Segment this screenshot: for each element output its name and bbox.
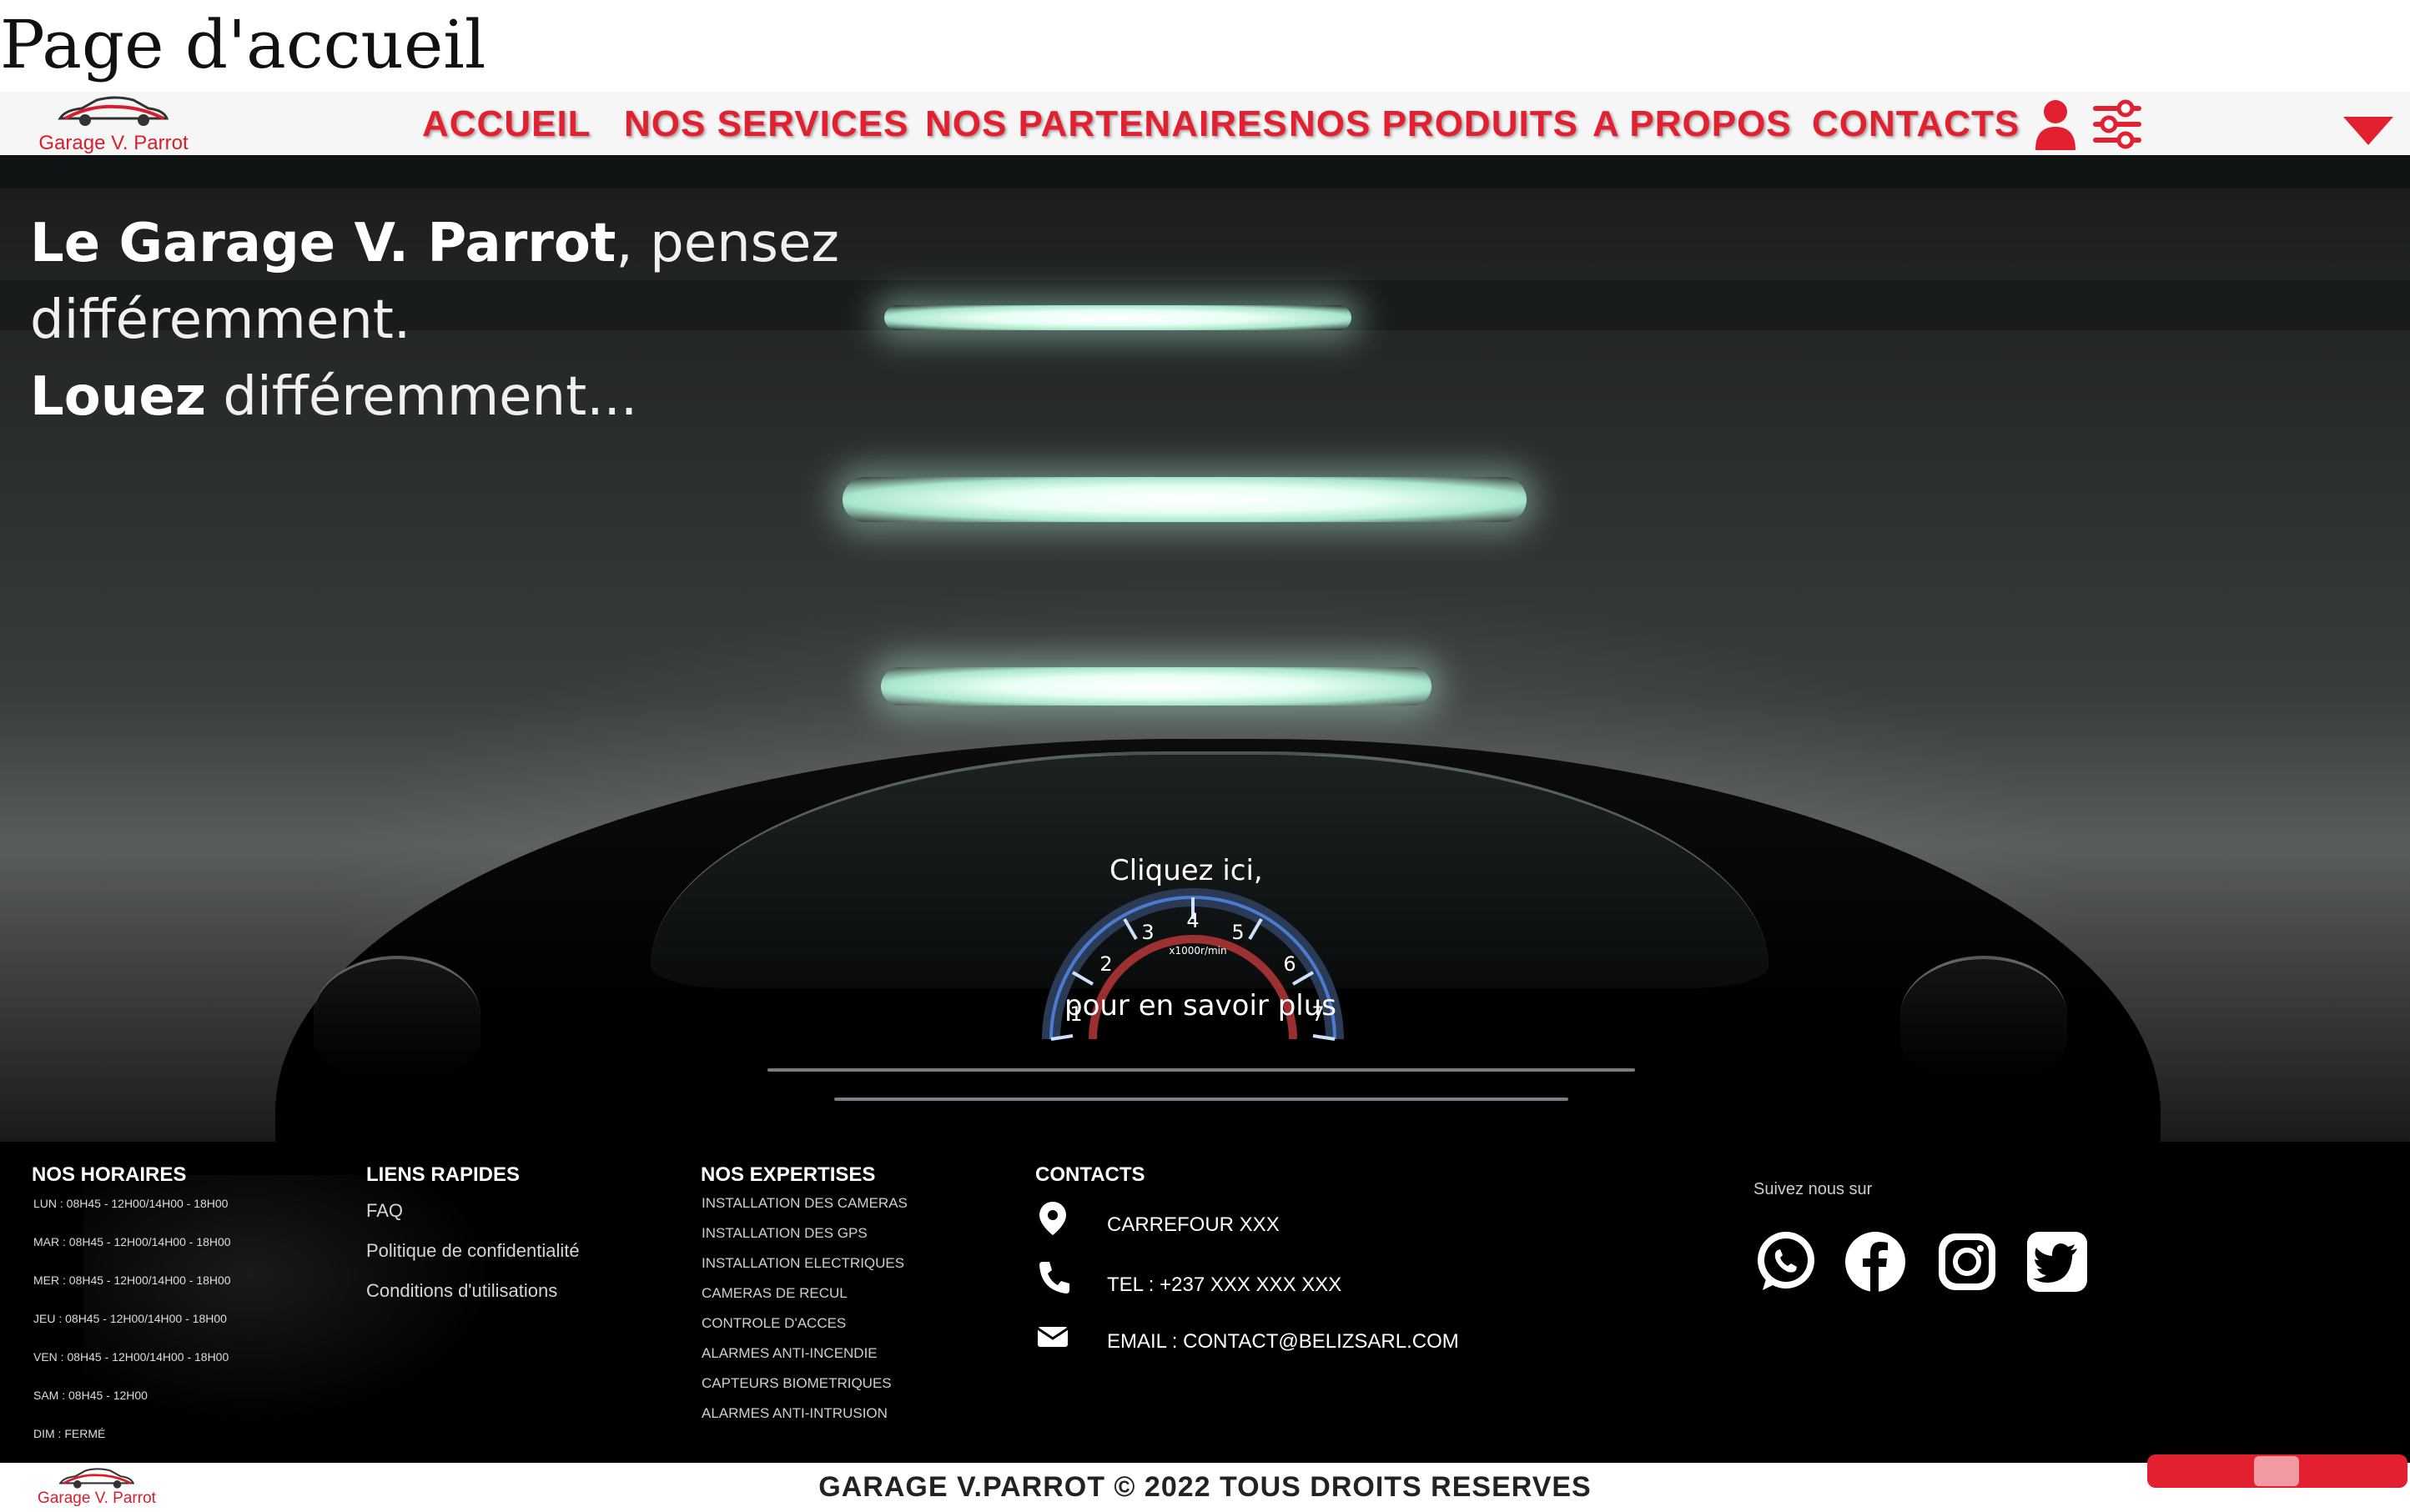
- hood-highlight: [767, 1068, 1635, 1072]
- gauge-number: 2: [1099, 952, 1112, 976]
- cta-link-bottom[interactable]: pour en savoir plus: [1064, 989, 1336, 1022]
- ceiling-light: [881, 667, 1431, 706]
- hours-row: JEU : 08H45 - 12H00/14H00 - 18H00: [33, 1312, 227, 1325]
- email-envelope-icon: [1037, 1327, 1069, 1347]
- expertise-item: INSTALLATION ELECTRIQUES: [702, 1255, 905, 1271]
- ceiling-beam: [0, 155, 2410, 188]
- hero-line3-rest: différemment...: [205, 366, 638, 428]
- gauge-number: 6: [1283, 952, 1296, 976]
- page-title: Page d'accueil: [0, 6, 486, 83]
- expertise-item: CAPTEURS BIOMETRIQUES: [702, 1375, 892, 1391]
- hero-line1-bold: Le Garage V. Parrot: [30, 213, 616, 274]
- footer-link-privacy[interactable]: Politique de confidentialité: [366, 1240, 580, 1262]
- expertise-item: CAMERAS DE RECUL: [702, 1285, 848, 1301]
- nav-item-nos-services[interactable]: NOS SERVICES: [624, 103, 908, 145]
- nav-item-a-propos[interactable]: A PROPOS: [1592, 103, 1792, 145]
- navbar: Garage V. Parrot ACCUEIL NOS SERVICES NO…: [0, 92, 2410, 155]
- footer-link-terms[interactable]: Conditions d'utilisations: [366, 1280, 557, 1302]
- nav-item-accueil[interactable]: ACCUEIL: [422, 103, 591, 145]
- cta-link-top[interactable]: Cliquez ici,: [1109, 854, 1263, 887]
- brand-logo[interactable]: Garage V. Parrot: [30, 93, 197, 154]
- gauge-number: 4: [1186, 909, 1199, 932]
- location-pin-icon: [1039, 1202, 1066, 1235]
- social-follow-label: Suivez nous sur: [1753, 1180, 1873, 1198]
- bottom-bar: Garage V. Parrot GARAGE V.PARROT © 2022 …: [0, 1454, 2410, 1512]
- car-mirror-right: [1900, 956, 2067, 1076]
- hours-row: MAR : 08H45 - 12H00/14H00 - 18H00: [33, 1235, 231, 1248]
- footer-contacts-title: CONTACTS: [1035, 1163, 1145, 1186]
- twitter-icon[interactable]: [2025, 1230, 2089, 1293]
- instagram-icon[interactable]: [1935, 1230, 1999, 1293]
- hero-banner: Le Garage V. Parrot, pensez différemment…: [0, 155, 2410, 1142]
- whatsapp-icon[interactable]: [1754, 1230, 1818, 1293]
- hood-highlight: [834, 1098, 1568, 1101]
- car-logo-icon: [58, 96, 169, 126]
- phone-icon: [1039, 1262, 1069, 1293]
- hero-line3-bold: Louez: [30, 366, 206, 428]
- gauge-number: 5: [1231, 921, 1244, 944]
- hours-row: VEN : 08H45 - 12H00/14H00 - 18H00: [33, 1350, 229, 1364]
- chat-bubble-icon: [2254, 1456, 2299, 1486]
- user-icon[interactable]: [2030, 98, 2080, 150]
- contact-email[interactable]: EMAIL : CONTACT@BELIZSARL.COM: [1107, 1330, 1459, 1354]
- expertise-item: CONTROLE D'ACCES: [702, 1315, 847, 1331]
- car-mirror-left: [314, 956, 480, 1076]
- footer-hours-title: NOS HORAIRES: [32, 1163, 187, 1186]
- gauge-number: 3: [1141, 921, 1154, 944]
- hero-headline: Le Garage V. Parrot, pensez différemment…: [30, 205, 839, 435]
- nav-item-nos-produits[interactable]: NOS PRODUITS: [1289, 103, 1578, 145]
- hero-line1-rest: , pensez: [616, 213, 839, 274]
- expertise-item: INSTALLATION DES GPS: [702, 1225, 868, 1241]
- gauge-unit: x1000r/min: [1169, 945, 1226, 957]
- expertise-item: ALARMES ANTI-INCENDIE: [702, 1345, 878, 1361]
- chat-widget-button[interactable]: [2147, 1454, 2407, 1488]
- expertise-item: ALARMES ANTI-INTRUSION: [702, 1405, 888, 1421]
- nav-item-nos-partenaires[interactable]: NOS PARTENAIRES: [925, 103, 1288, 145]
- hours-row: LUN : 08H45 - 12H00/14H00 - 18H00: [33, 1197, 229, 1210]
- footer: NOS HORAIRES LUN : 08H45 - 12H00/14H00 -…: [0, 1142, 2410, 1463]
- tachometer-gauge: 1 2 3 4 5 6 7 x1000r/min: [1042, 888, 1344, 1041]
- copyright-text: GARAGE V.PARROT © 2022 TOUS DROITS RESER…: [818, 1471, 1592, 1503]
- ceiling-light: [884, 305, 1351, 330]
- hero-line2: différemment.: [30, 289, 411, 351]
- hours-row: SAM : 08H45 - 12H00: [33, 1389, 148, 1402]
- facebook-icon[interactable]: [1844, 1230, 1907, 1293]
- hours-row: DIM : FERMÉ: [33, 1427, 106, 1440]
- contact-phone[interactable]: TEL : +237 XXX XXX XXX: [1107, 1273, 1341, 1297]
- expertise-item: INSTALLATION DES CAMERAS: [702, 1195, 908, 1211]
- hours-row: MER : 08H45 - 12H00/14H00 - 18H00: [33, 1273, 231, 1287]
- settings-sliders-icon[interactable]: [2092, 98, 2142, 150]
- footer-links-title: LIENS RAPIDES: [366, 1163, 521, 1186]
- ceiling-light: [843, 477, 1527, 522]
- footer-link-faq[interactable]: FAQ: [366, 1200, 403, 1222]
- footer-expertise-title: NOS EXPERTISES: [701, 1163, 876, 1186]
- contact-address: CARREFOUR XXX: [1107, 1213, 1280, 1236]
- nav-item-contacts[interactable]: CONTACTS: [1812, 103, 2020, 145]
- brand-logo-text: Garage V. Parrot: [38, 132, 189, 154]
- dropdown-triangle-icon[interactable]: [2343, 117, 2393, 147]
